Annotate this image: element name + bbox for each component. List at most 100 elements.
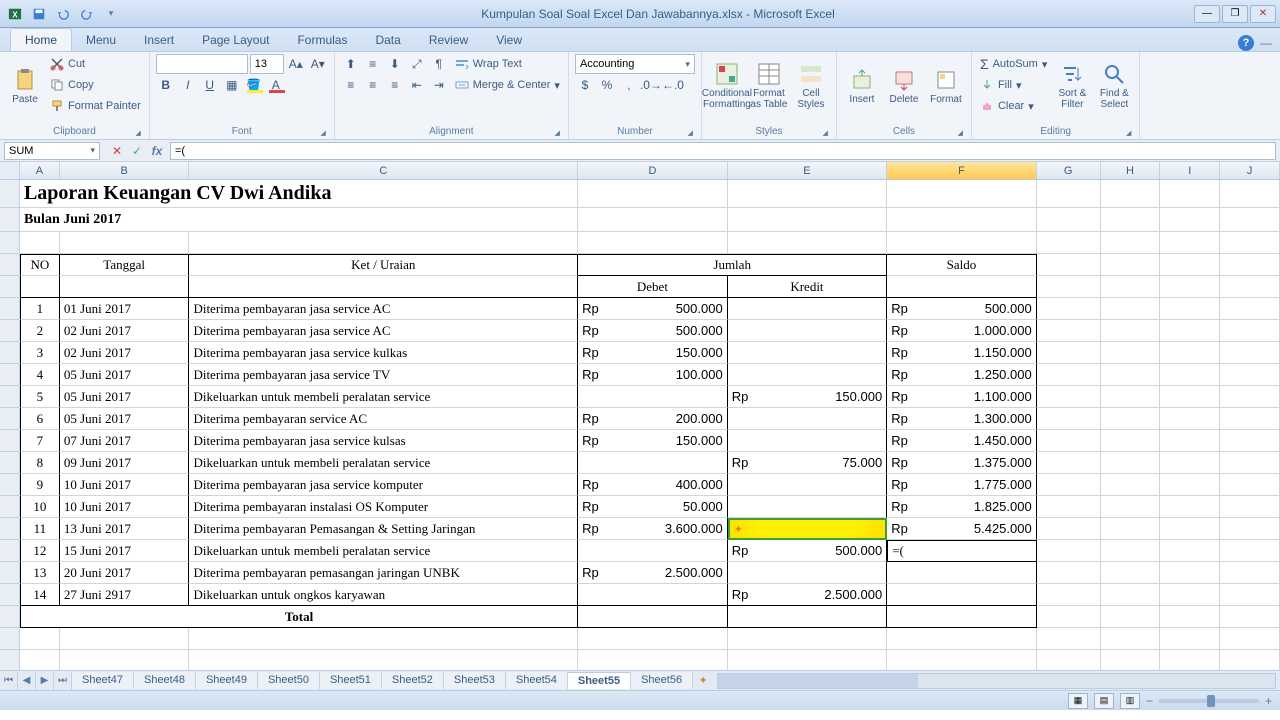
page-break-view-icon[interactable]: ▥ — [1120, 693, 1140, 709]
decrease-font-icon[interactable]: A▾ — [308, 54, 328, 74]
maximize-button[interactable]: ❐ — [1222, 5, 1248, 23]
sheet-tab-sheet49[interactable]: Sheet49 — [196, 672, 258, 689]
underline-button[interactable]: U — [200, 75, 220, 95]
sheet-tab-sheet51[interactable]: Sheet51 — [320, 672, 382, 689]
colhdr-e[interactable]: E — [728, 162, 888, 179]
sheet-tab-sheet50[interactable]: Sheet50 — [258, 672, 320, 689]
insert-cells-button[interactable]: Insert — [843, 54, 881, 118]
font-name-input[interactable] — [156, 54, 248, 74]
clear-button[interactable]: Clear ▾ — [978, 96, 1049, 116]
tab-formulas[interactable]: Formulas — [283, 29, 361, 51]
tab-home[interactable]: Home — [10, 28, 72, 51]
comma-format-icon[interactable]: , — [619, 75, 639, 95]
italic-button[interactable]: I — [178, 75, 198, 95]
colhdr-j[interactable]: J — [1220, 162, 1280, 179]
cell-styles-button[interactable]: Cell Styles — [792, 54, 830, 118]
format-cells-button[interactable]: Format — [927, 54, 965, 118]
name-box[interactable]: SUM — [4, 142, 100, 160]
paste-button[interactable]: Paste — [6, 54, 44, 118]
colhdr-b[interactable]: B — [60, 162, 190, 179]
colhdr-i[interactable]: I — [1160, 162, 1220, 179]
sheet-nav-prev-icon[interactable]: ◀ — [18, 672, 36, 690]
formula-input[interactable]: =( — [170, 142, 1276, 160]
decrease-indent-icon[interactable]: ⇤ — [407, 75, 427, 95]
increase-indent-icon[interactable]: ⇥ — [429, 75, 449, 95]
align-top-icon[interactable]: ⬆ — [341, 54, 361, 74]
tab-review[interactable]: Review — [415, 29, 482, 51]
sheet-tab-sheet52[interactable]: Sheet52 — [382, 672, 444, 689]
sheet-nav-first-icon[interactable]: ⏮ — [0, 672, 18, 690]
bold-button[interactable]: B — [156, 75, 176, 95]
merge-center-button[interactable]: Merge & Center ▾ — [453, 75, 562, 95]
border-button[interactable]: ▦ — [222, 75, 242, 95]
tab-data[interactable]: Data — [361, 29, 414, 51]
zoom-in-icon[interactable]: + — [1265, 694, 1272, 708]
conditional-formatting-button[interactable]: Conditional Formatting — [708, 54, 746, 118]
cut-button[interactable]: Cut — [48, 54, 143, 74]
tab-view[interactable]: View — [482, 29, 536, 51]
decrease-decimal-icon[interactable]: ←.0 — [663, 75, 683, 95]
format-painter-button[interactable]: Format Painter — [48, 96, 143, 116]
sheet-tab-sheet53[interactable]: Sheet53 — [444, 672, 506, 689]
orientation-icon[interactable]: ⤢ — [407, 54, 427, 74]
colhdr-a[interactable]: A — [20, 162, 60, 179]
fill-button[interactable]: Fill ▾ — [978, 75, 1049, 95]
insert-function-icon[interactable]: fx — [148, 142, 166, 160]
ribbon-minimize-icon[interactable]: — — [1260, 36, 1272, 50]
align-right-icon[interactable]: ≡ — [385, 75, 405, 95]
sheet-tab-sheet47[interactable]: Sheet47 — [72, 672, 134, 689]
horizontal-scrollbar[interactable] — [717, 673, 1276, 689]
fill-color-button[interactable]: 🪣 — [244, 75, 264, 95]
format-as-table-button[interactable]: Format as Table — [750, 54, 788, 118]
redo-icon[interactable] — [76, 4, 98, 24]
percent-format-icon[interactable]: % — [597, 75, 617, 95]
font-size-input[interactable]: 13 — [250, 54, 284, 74]
colhdr-c[interactable]: C — [189, 162, 578, 179]
sort-filter-button[interactable]: Sort & Filter — [1053, 54, 1091, 118]
increase-font-icon[interactable]: A▴ — [286, 54, 306, 74]
zoom-slider[interactable] — [1159, 699, 1259, 703]
colhdr-f[interactable]: F — [887, 162, 1037, 179]
enter-formula-icon[interactable]: ✓ — [128, 142, 146, 160]
text-direction-icon[interactable]: ¶ — [429, 54, 449, 74]
align-middle-icon[interactable]: ≡ — [363, 54, 383, 74]
wrap-text-button[interactable]: Wrap Text — [453, 54, 562, 74]
sheet-nav-last-icon[interactable]: ⏭ — [54, 672, 72, 690]
select-all-button[interactable] — [0, 162, 20, 179]
colhdr-h[interactable]: H — [1101, 162, 1161, 179]
colhdr-g[interactable]: G — [1037, 162, 1101, 179]
zoom-out-icon[interactable]: − — [1146, 694, 1153, 708]
align-center-icon[interactable]: ≡ — [363, 75, 383, 95]
number-format-select[interactable]: Accounting — [575, 54, 695, 74]
align-bottom-icon[interactable]: ⬇ — [385, 54, 405, 74]
tab-page-layout[interactable]: Page Layout — [188, 29, 283, 51]
save-icon[interactable] — [28, 4, 50, 24]
normal-view-icon[interactable]: ▦ — [1068, 693, 1088, 709]
increase-decimal-icon[interactable]: .0→ — [641, 75, 661, 95]
minimize-button[interactable]: — — [1194, 5, 1220, 23]
copy-button[interactable]: Copy — [48, 75, 143, 95]
sheet-tab-sheet55[interactable]: Sheet55 — [568, 672, 631, 689]
qat-customize-icon[interactable]: ▾ — [100, 4, 122, 24]
close-button[interactable]: ✕ — [1250, 5, 1276, 23]
find-select-button[interactable]: Find & Select — [1095, 54, 1133, 118]
page-layout-view-icon[interactable]: ▤ — [1094, 693, 1114, 709]
tab-menu[interactable]: Menu — [72, 29, 130, 51]
new-sheet-icon[interactable]: ✦ — [693, 674, 713, 687]
cancel-formula-icon[interactable]: ✕ — [108, 142, 126, 160]
delete-cells-button[interactable]: Delete — [885, 54, 923, 118]
sheet-tab-sheet54[interactable]: Sheet54 — [506, 672, 568, 689]
help-icon[interactable]: ? — [1238, 35, 1254, 51]
sheet-tab-sheet48[interactable]: Sheet48 — [134, 672, 196, 689]
sheet-tab-sheet56[interactable]: Sheet56 — [631, 672, 693, 689]
accounting-format-icon[interactable]: $ — [575, 75, 595, 95]
undo-icon[interactable] — [52, 4, 74, 24]
autosum-button[interactable]: ΣAutoSum ▾ — [978, 54, 1049, 74]
tab-insert[interactable]: Insert — [130, 29, 188, 51]
colhdr-d[interactable]: D — [578, 162, 728, 179]
sheet-nav-next-icon[interactable]: ▶ — [36, 672, 54, 690]
excel-icon[interactable]: X — [4, 4, 26, 24]
worksheet-grid[interactable]: Laporan Keuangan CV Dwi AndikaBulan Juni… — [0, 180, 1280, 670]
align-left-icon[interactable]: ≡ — [341, 75, 361, 95]
font-color-button[interactable]: A — [266, 75, 286, 95]
